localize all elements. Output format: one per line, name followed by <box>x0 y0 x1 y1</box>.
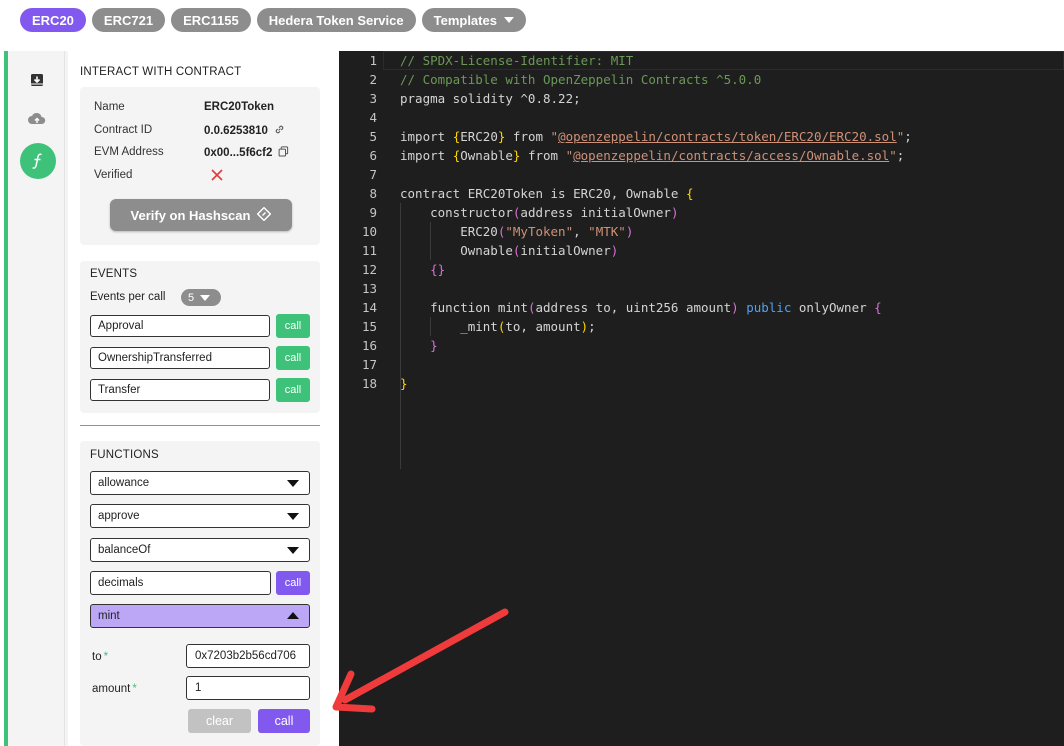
annotation-arrow <box>332 608 509 713</box>
